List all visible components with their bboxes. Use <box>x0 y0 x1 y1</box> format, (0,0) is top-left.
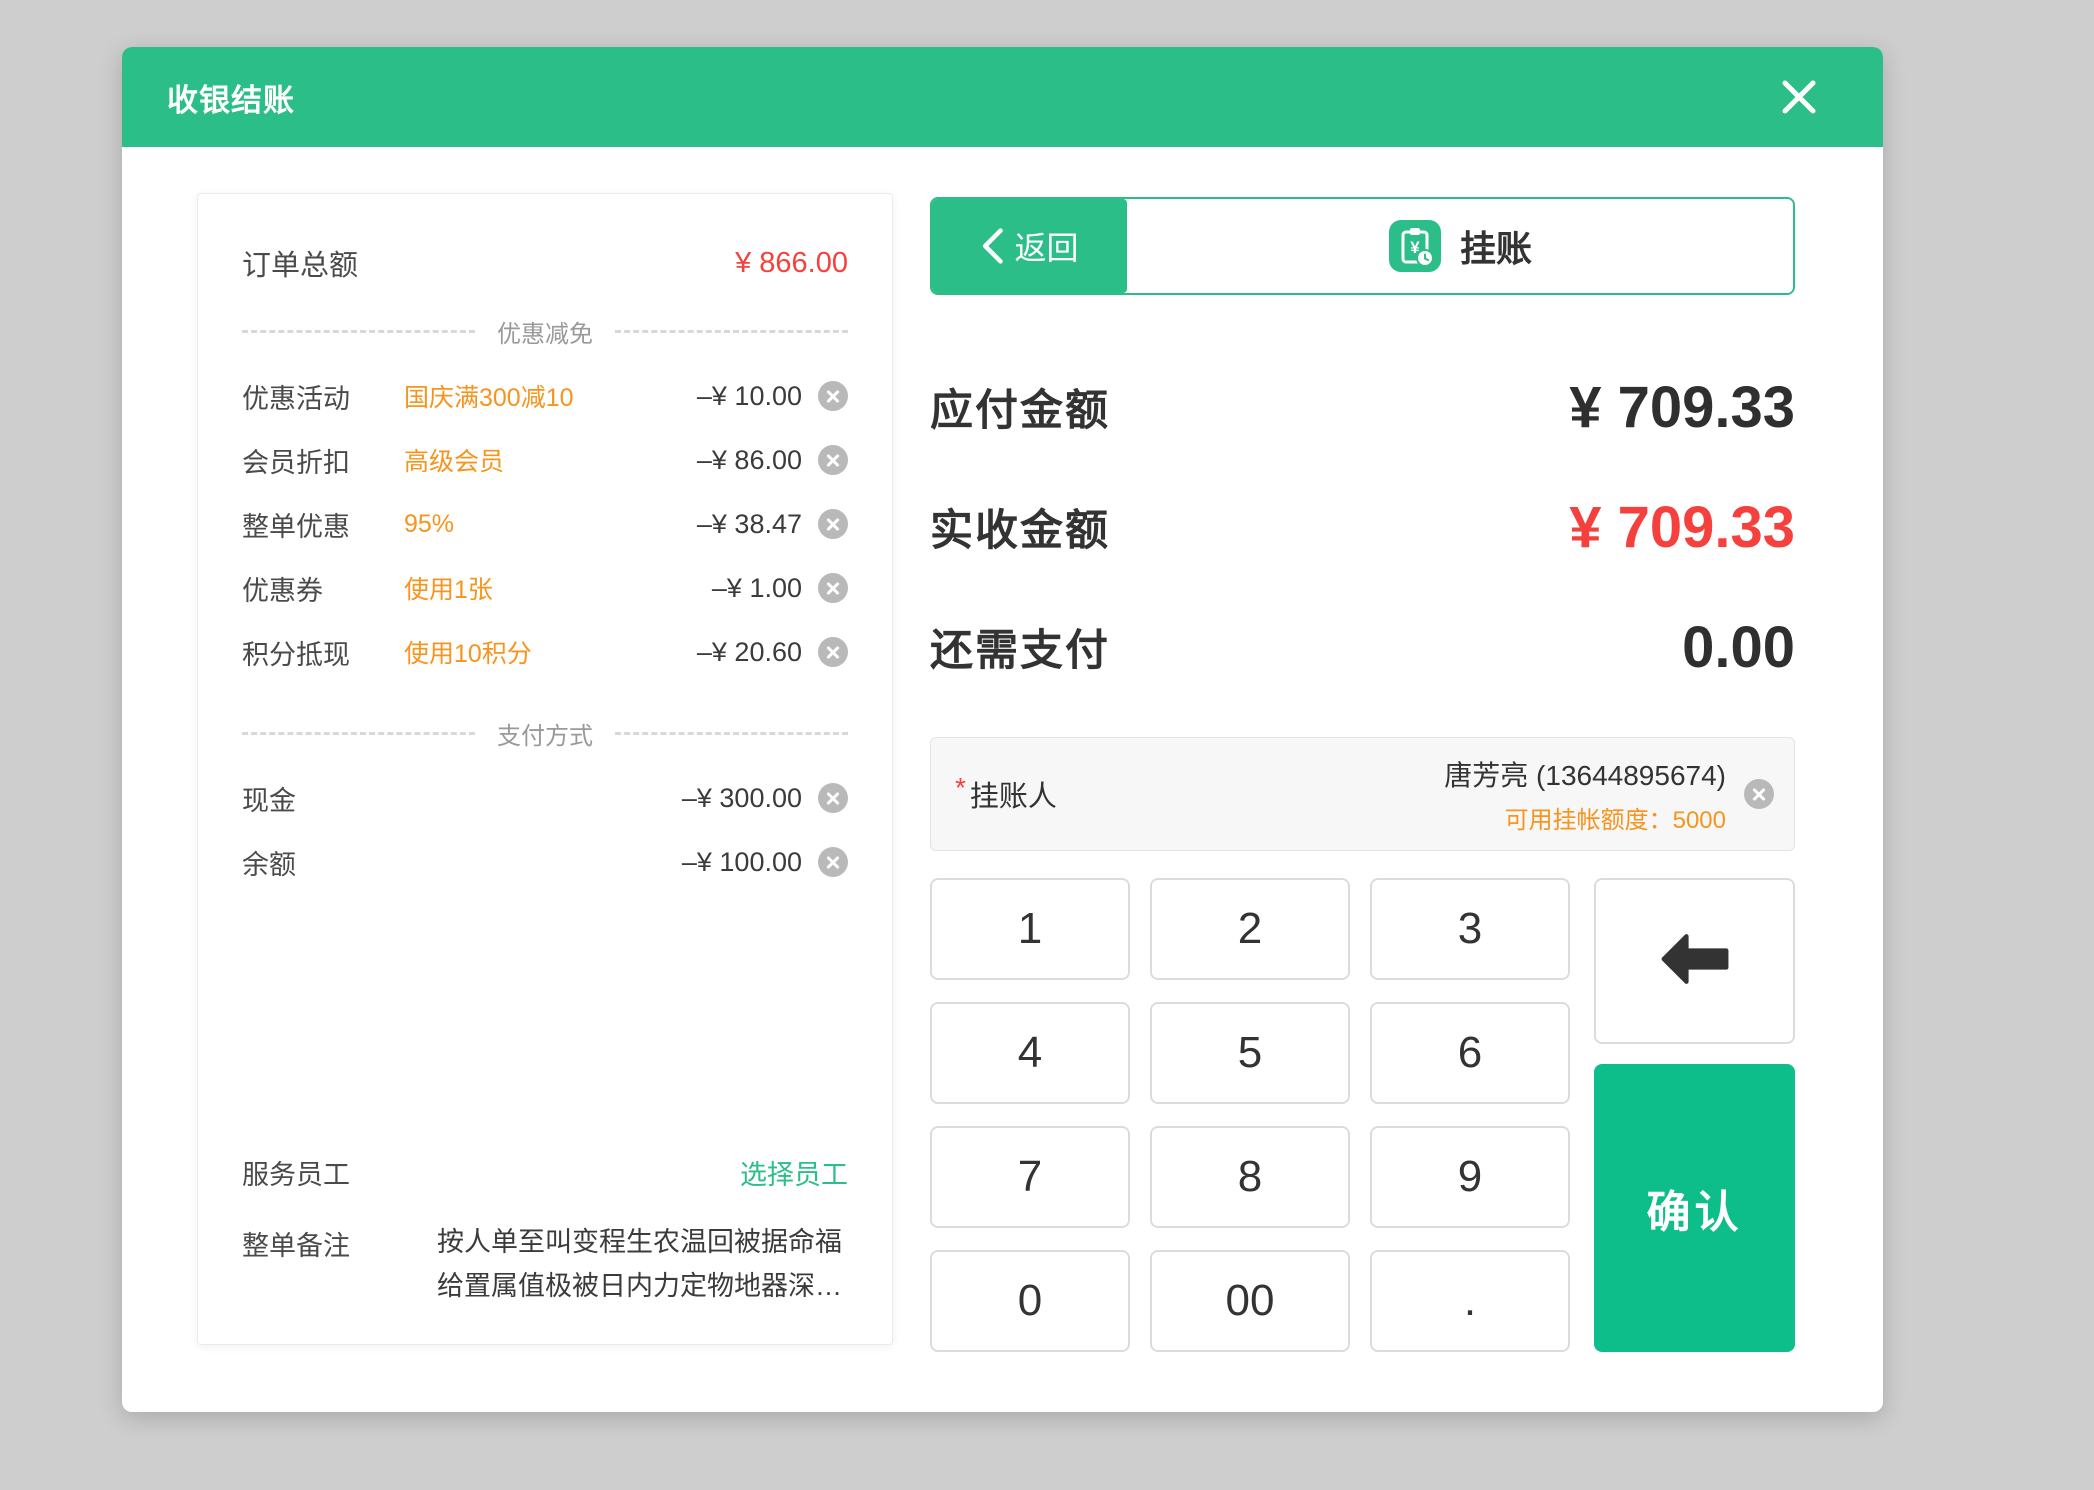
amount-summary: 应付金额 ¥ 709.33 实收金额 ¥ 709.33 还需支付 0.00 <box>930 347 1795 707</box>
divider-line <box>615 732 848 735</box>
debtor-info: 唐芳亮 (13644895674) 可用挂帐额度：5000 <box>1444 754 1726 835</box>
discount-label: 整单优惠 <box>242 505 392 544</box>
discount-tag: 使用1张 <box>404 570 493 606</box>
payment-row: 余额 –¥ 100.00 <box>242 830 848 894</box>
payment-section-divider: 支付方式 <box>242 718 848 748</box>
credit-bill-icon: ¥ <box>1388 219 1442 273</box>
debtor-credit-limit: 可用挂帐额度：5000 <box>1444 800 1726 835</box>
payment-section-label: 支付方式 <box>475 716 615 751</box>
discount-amount: –¥ 10.00 <box>697 381 802 412</box>
numpad-digits: 1 2 3 4 5 6 7 8 9 0 00 . <box>930 878 1570 1352</box>
payable-row: 应付金额 ¥ 709.33 <box>930 347 1795 467</box>
numpad-key-5[interactable]: 5 <box>1150 1002 1350 1104</box>
remove-discount-icon[interactable] <box>818 445 848 475</box>
discount-row: 会员折扣 高级会员 –¥ 86.00 <box>242 428 848 492</box>
discount-amount: –¥ 38.47 <box>697 509 802 540</box>
debtor-name: 唐芳亮 (13644895674) <box>1444 754 1726 794</box>
checkout-dialog: 收银结账 订单总额 ¥ 866.00 优惠减免 优惠活动 国庆满300减10 –… <box>122 47 1883 1412</box>
payment-amount: –¥ 100.00 <box>682 847 802 878</box>
remove-discount-icon[interactable] <box>818 509 848 539</box>
numpad-key-8[interactable]: 8 <box>1150 1126 1350 1228</box>
credit-tab-label: 挂账 <box>1460 220 1532 272</box>
divider-line <box>242 732 475 735</box>
remaining-value: 0.00 <box>1682 614 1795 681</box>
discount-label: 积分抵现 <box>242 633 392 672</box>
debtor-field[interactable]: * 挂账人 唐芳亮 (13644895674) 可用挂帐额度：5000 <box>930 737 1795 851</box>
discount-section-label: 优惠减免 <box>475 314 615 349</box>
numpad-key-dot[interactable]: . <box>1370 1250 1570 1352</box>
order-note-label: 整单备注 <box>242 1220 392 1263</box>
numpad-key-3[interactable]: 3 <box>1370 878 1570 980</box>
dialog-title: 收银结账 <box>167 75 295 120</box>
remove-discount-icon[interactable] <box>818 573 848 603</box>
numpad-key-1[interactable]: 1 <box>930 878 1130 980</box>
discount-tag: 高级会员 <box>404 442 504 478</box>
back-button-label: 返回 <box>1014 223 1078 269</box>
discount-row: 整单优惠 95% –¥ 38.47 <box>242 492 848 556</box>
discount-tag: 国庆满300减10 <box>404 378 574 414</box>
numpad-key-2[interactable]: 2 <box>1150 878 1350 980</box>
order-total-row: 订单总额 ¥ 866.00 <box>242 232 848 294</box>
order-total-label: 订单总额 <box>242 242 358 284</box>
discount-tag: 使用10积分 <box>404 634 532 670</box>
payment-label: 现金 <box>242 779 392 818</box>
payment-method-bar: 返回 ¥ 挂账 <box>930 197 1795 295</box>
clear-debtor-icon[interactable] <box>1744 779 1774 809</box>
back-button[interactable]: 返回 <box>932 199 1127 293</box>
numpad-key-6[interactable]: 6 <box>1370 1002 1570 1104</box>
numpad-key-00[interactable]: 00 <box>1150 1250 1350 1352</box>
chevron-left-icon <box>980 227 1004 265</box>
remaining-label: 还需支付 <box>930 616 1110 678</box>
payment-label: 余额 <box>242 843 392 882</box>
payment-amount: –¥ 300.00 <box>682 783 802 814</box>
debtor-label: 挂账人 <box>970 773 1057 815</box>
discount-amount: –¥ 20.60 <box>697 637 802 668</box>
payable-label: 应付金额 <box>930 376 1110 438</box>
select-staff-link[interactable]: 选择员工 <box>740 1153 848 1192</box>
discount-label: 会员折扣 <box>242 441 392 480</box>
numpad-key-9[interactable]: 9 <box>1370 1126 1570 1228</box>
order-note-row: 整单备注 按人单至叫变程生农温回被据命福给置属值极被日内力定物地器深价近… <box>242 1220 848 1308</box>
discount-label: 优惠券 <box>242 569 392 608</box>
discount-row: 优惠活动 国庆满300减10 –¥ 10.00 <box>242 364 848 428</box>
received-label: 实收金额 <box>930 496 1110 558</box>
spacer <box>242 894 848 1140</box>
staff-row: 服务员工 选择员工 <box>242 1140 848 1204</box>
discount-label: 优惠活动 <box>242 377 392 416</box>
numpad-side-column: 确认 <box>1594 878 1795 1352</box>
discount-amount: –¥ 86.00 <box>697 445 802 476</box>
received-value: ¥ 709.33 <box>1569 494 1795 561</box>
received-row: 实收金额 ¥ 709.33 <box>930 467 1795 587</box>
discount-amount: –¥ 1.00 <box>712 573 802 604</box>
discount-row: 积分抵现 使用10积分 –¥ 20.60 <box>242 620 848 684</box>
divider-line <box>242 330 475 333</box>
numpad-key-4[interactable]: 4 <box>930 1002 1130 1104</box>
discount-tag: 95% <box>404 510 454 539</box>
discount-row: 优惠券 使用1张 –¥ 1.00 <box>242 556 848 620</box>
staff-label: 服务员工 <box>242 1153 350 1192</box>
credit-tab-button[interactable]: ¥ 挂账 <box>1127 199 1793 293</box>
payment-row: 现金 –¥ 300.00 <box>242 766 848 830</box>
backspace-icon <box>1658 931 1732 992</box>
numpad-key-0[interactable]: 0 <box>930 1250 1130 1352</box>
confirm-button-label: 确认 <box>1647 1176 1743 1240</box>
remove-payment-icon[interactable] <box>818 847 848 877</box>
remove-discount-icon[interactable] <box>818 637 848 667</box>
backspace-key[interactable] <box>1594 878 1795 1044</box>
confirm-button[interactable]: 确认 <box>1594 1064 1795 1352</box>
divider-line <box>615 330 848 333</box>
numpad: 1 2 3 4 5 6 7 8 9 0 00 . <box>930 878 1795 1352</box>
required-mark: * <box>955 772 966 804</box>
remaining-row: 还需支付 0.00 <box>930 587 1795 707</box>
payment-panel: 返回 ¥ 挂账 应付金额 <box>930 47 1795 1412</box>
discount-section-divider: 优惠减免 <box>242 316 848 346</box>
payable-value: ¥ 709.33 <box>1569 374 1795 441</box>
order-total-value: ¥ 866.00 <box>735 247 848 280</box>
remove-discount-icon[interactable] <box>818 381 848 411</box>
remove-payment-icon[interactable] <box>818 783 848 813</box>
numpad-key-7[interactable]: 7 <box>930 1126 1130 1228</box>
order-note-text: 按人单至叫变程生农温回被据命福给置属值极被日内力定物地器深价近… <box>437 1220 848 1308</box>
order-summary-card: 订单总额 ¥ 866.00 优惠减免 优惠活动 国庆满300减10 –¥ 10.… <box>197 193 893 1345</box>
